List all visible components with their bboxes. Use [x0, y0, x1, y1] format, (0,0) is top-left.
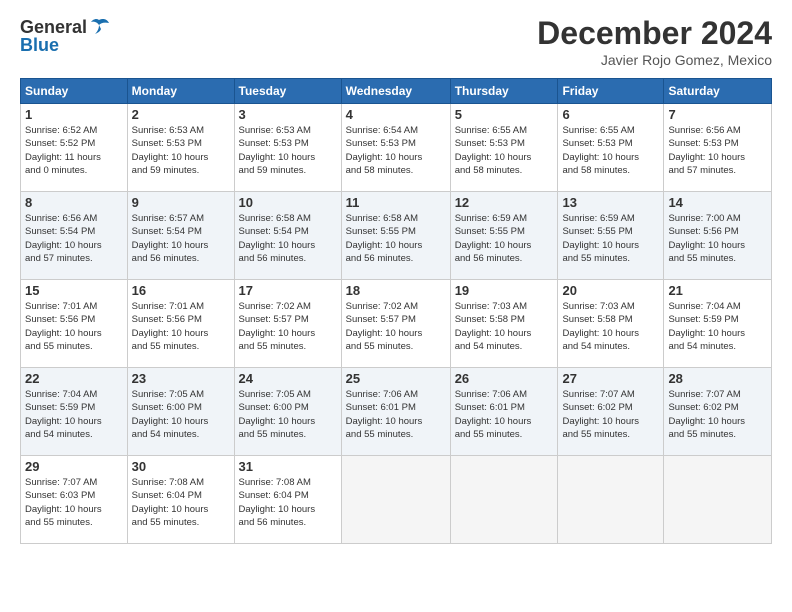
day-cell-13: 13 Sunrise: 6:59 AMSunset: 5:55 PMDaylig… — [558, 192, 664, 280]
day-cell-6: 6 Sunrise: 6:55 AMSunset: 5:53 PMDayligh… — [558, 104, 664, 192]
day-cell-9: 9 Sunrise: 6:57 AMSunset: 5:54 PMDayligh… — [127, 192, 234, 280]
calendar-week-4: 22 Sunrise: 7:04 AMSunset: 5:59 PMDaylig… — [21, 368, 772, 456]
day-cell-16: 16 Sunrise: 7:01 AMSunset: 5:56 PMDaylig… — [127, 280, 234, 368]
page: General Blue December 2024 Javier Rojo G… — [0, 0, 792, 559]
col-sunday: Sunday — [21, 79, 128, 104]
day-cell-7: 7 Sunrise: 6:56 AMSunset: 5:53 PMDayligh… — [664, 104, 772, 192]
day-cell-24: 24 Sunrise: 7:05 AMSunset: 6:00 PMDaylig… — [234, 368, 341, 456]
day-cell-10: 10 Sunrise: 6:58 AMSunset: 5:54 PMDaylig… — [234, 192, 341, 280]
col-saturday: Saturday — [664, 79, 772, 104]
calendar-week-5: 29 Sunrise: 7:07 AMSunset: 6:03 PMDaylig… — [21, 456, 772, 544]
calendar-header-row: Sunday Monday Tuesday Wednesday Thursday… — [21, 79, 772, 104]
logo-text-blue: Blue — [20, 35, 59, 56]
day-cell-30: 30 Sunrise: 7:08 AMSunset: 6:04 PMDaylig… — [127, 456, 234, 544]
day-cell-31: 31 Sunrise: 7:08 AMSunset: 6:04 PMDaylig… — [234, 456, 341, 544]
empty-cell-1 — [341, 456, 450, 544]
col-tuesday: Tuesday — [234, 79, 341, 104]
col-wednesday: Wednesday — [341, 79, 450, 104]
day-cell-5: 5 Sunrise: 6:55 AMSunset: 5:53 PMDayligh… — [450, 104, 558, 192]
day-cell-26: 26 Sunrise: 7:06 AMSunset: 6:01 PMDaylig… — [450, 368, 558, 456]
day-cell-18: 18 Sunrise: 7:02 AMSunset: 5:57 PMDaylig… — [341, 280, 450, 368]
day-cell-11: 11 Sunrise: 6:58 AMSunset: 5:55 PMDaylig… — [341, 192, 450, 280]
day-cell-29: 29 Sunrise: 7:07 AMSunset: 6:03 PMDaylig… — [21, 456, 128, 544]
empty-cell-2 — [450, 456, 558, 544]
day-cell-1: 1 Sunrise: 6:52 AMSunset: 5:52 PMDayligh… — [21, 104, 128, 192]
calendar-table: Sunday Monday Tuesday Wednesday Thursday… — [20, 78, 772, 544]
day-cell-20: 20 Sunrise: 7:03 AMSunset: 5:58 PMDaylig… — [558, 280, 664, 368]
col-friday: Friday — [558, 79, 664, 104]
day-cell-19: 19 Sunrise: 7:03 AMSunset: 5:58 PMDaylig… — [450, 280, 558, 368]
day-cell-3: 3 Sunrise: 6:53 AMSunset: 5:53 PMDayligh… — [234, 104, 341, 192]
subtitle: Javier Rojo Gomez, Mexico — [537, 52, 772, 68]
empty-cell-4 — [664, 456, 772, 544]
logo-bird-icon — [89, 15, 113, 39]
logo: General Blue — [20, 15, 113, 56]
day-cell-4: 4 Sunrise: 6:54 AMSunset: 5:53 PMDayligh… — [341, 104, 450, 192]
day-cell-28: 28 Sunrise: 7:07 AMSunset: 6:02 PMDaylig… — [664, 368, 772, 456]
calendar-week-1: 1 Sunrise: 6:52 AMSunset: 5:52 PMDayligh… — [21, 104, 772, 192]
month-title: December 2024 — [537, 15, 772, 52]
header: General Blue December 2024 Javier Rojo G… — [20, 15, 772, 68]
day-cell-25: 25 Sunrise: 7:06 AMSunset: 6:01 PMDaylig… — [341, 368, 450, 456]
col-monday: Monday — [127, 79, 234, 104]
day-cell-15: 15 Sunrise: 7:01 AMSunset: 5:56 PMDaylig… — [21, 280, 128, 368]
calendar-week-2: 8 Sunrise: 6:56 AMSunset: 5:54 PMDayligh… — [21, 192, 772, 280]
day-cell-14: 14 Sunrise: 7:00 AMSunset: 5:56 PMDaylig… — [664, 192, 772, 280]
day-cell-22: 22 Sunrise: 7:04 AMSunset: 5:59 PMDaylig… — [21, 368, 128, 456]
day-cell-12: 12 Sunrise: 6:59 AMSunset: 5:55 PMDaylig… — [450, 192, 558, 280]
day-cell-2: 2 Sunrise: 6:53 AMSunset: 5:53 PMDayligh… — [127, 104, 234, 192]
day-cell-21: 21 Sunrise: 7:04 AMSunset: 5:59 PMDaylig… — [664, 280, 772, 368]
title-area: December 2024 Javier Rojo Gomez, Mexico — [537, 15, 772, 68]
col-thursday: Thursday — [450, 79, 558, 104]
empty-cell-3 — [558, 456, 664, 544]
day-cell-27: 27 Sunrise: 7:07 AMSunset: 6:02 PMDaylig… — [558, 368, 664, 456]
day-cell-23: 23 Sunrise: 7:05 AMSunset: 6:00 PMDaylig… — [127, 368, 234, 456]
day-cell-17: 17 Sunrise: 7:02 AMSunset: 5:57 PMDaylig… — [234, 280, 341, 368]
calendar-week-3: 15 Sunrise: 7:01 AMSunset: 5:56 PMDaylig… — [21, 280, 772, 368]
day-cell-8: 8 Sunrise: 6:56 AMSunset: 5:54 PMDayligh… — [21, 192, 128, 280]
